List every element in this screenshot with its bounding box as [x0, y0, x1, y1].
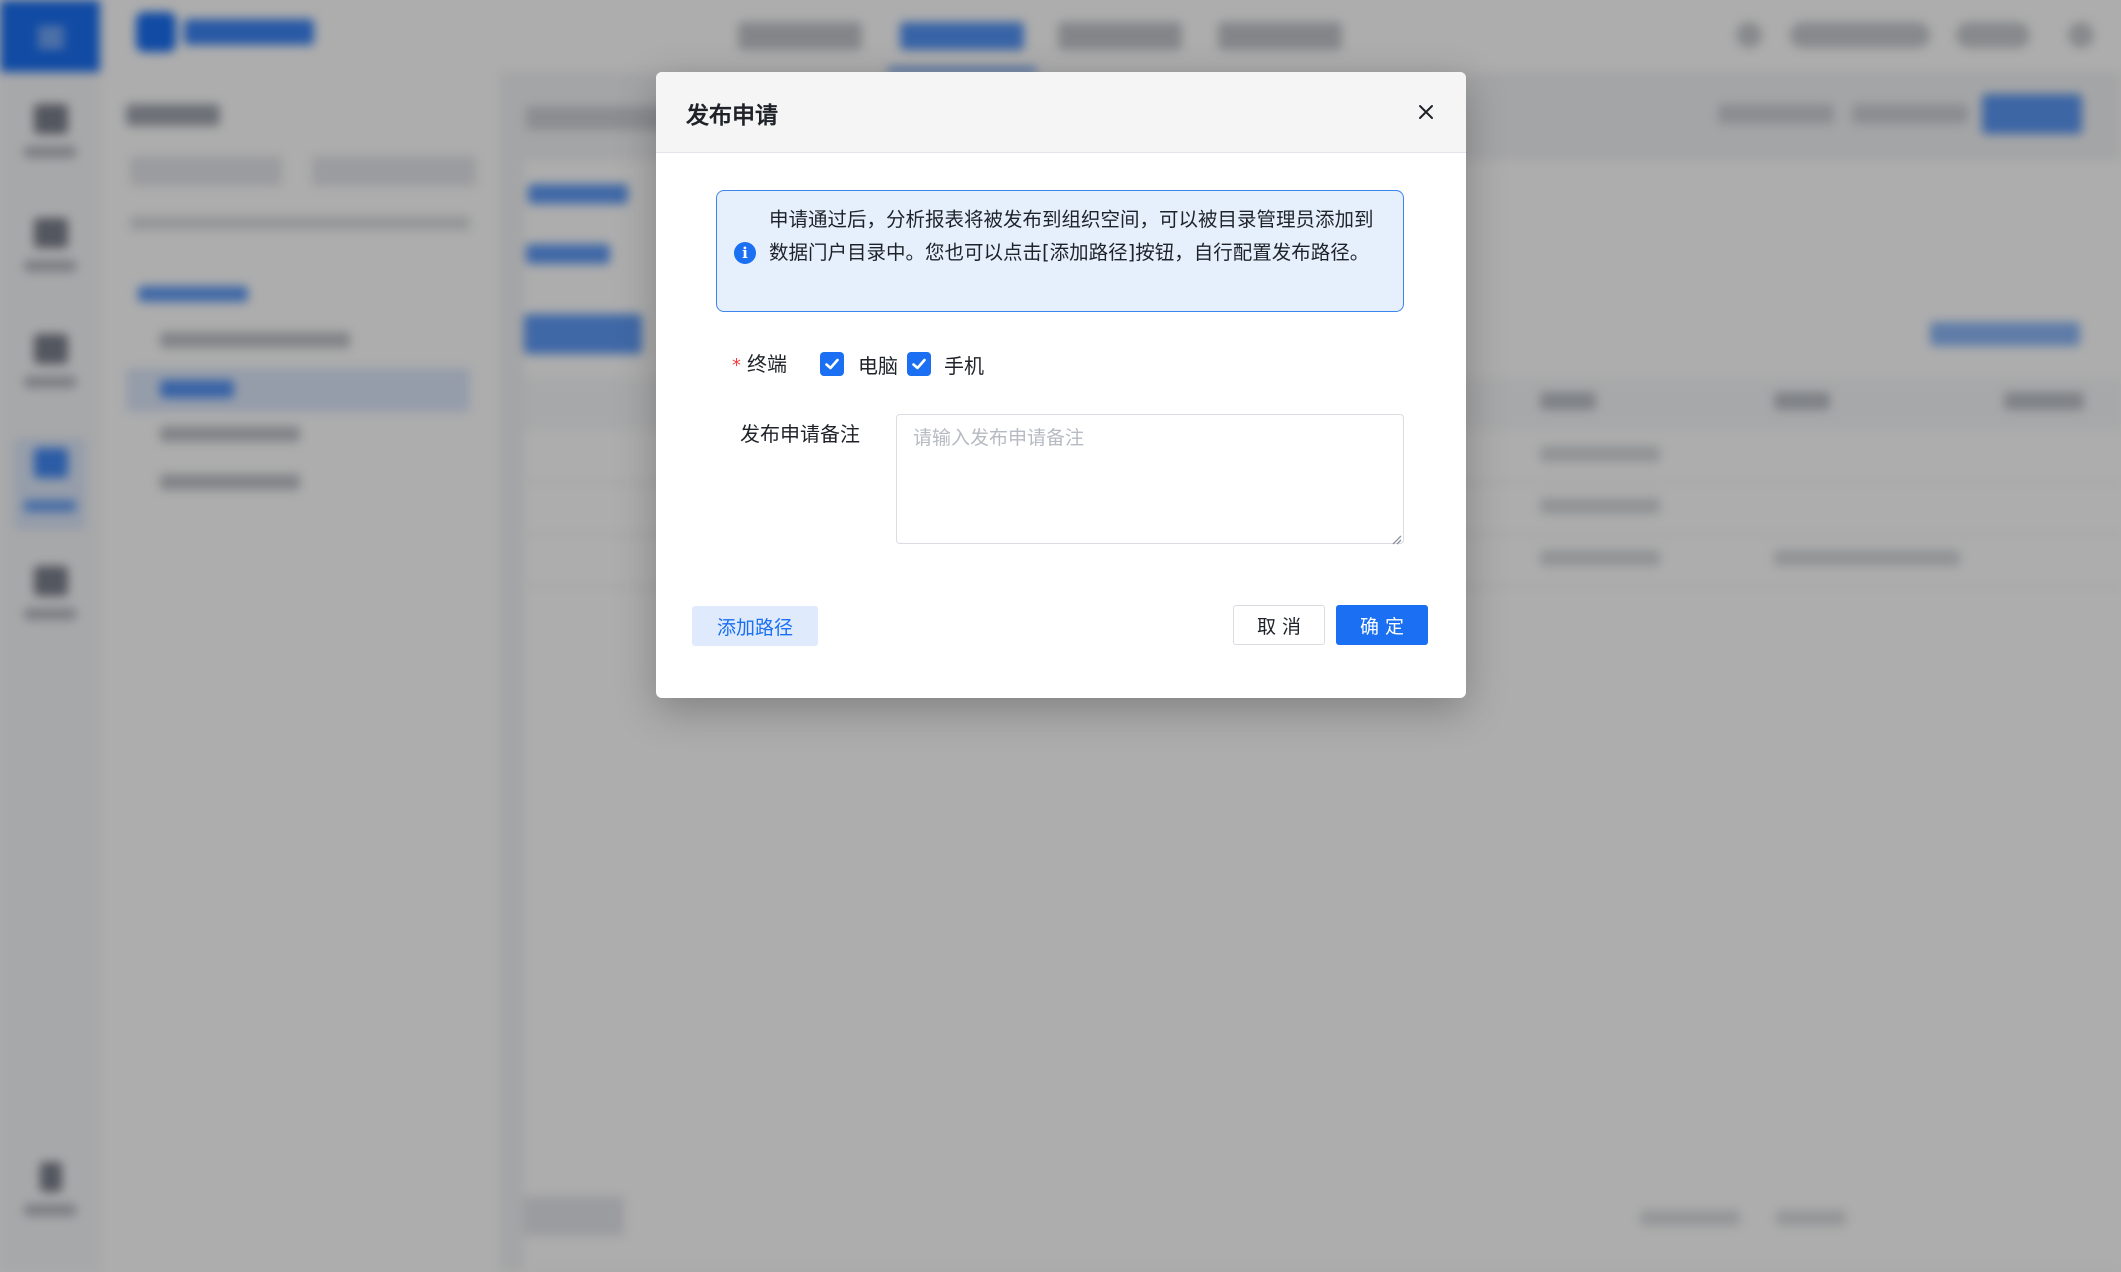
info-text: 申请通过后，分析报表将被发布到组织空间，可以被目录管理员添加到数据门户目录中。您…: [769, 208, 1374, 264]
remark-label: 发布申请备注: [740, 422, 860, 446]
remark-textarea[interactable]: [896, 414, 1404, 544]
terminal-label: * 终端: [732, 352, 787, 376]
required-mark: *: [732, 355, 741, 376]
confirm-button[interactable]: 确 定: [1336, 605, 1428, 645]
close-icon[interactable]: [1410, 96, 1442, 128]
checkbox-mobile[interactable]: [907, 352, 931, 376]
info-icon: i: [734, 242, 756, 264]
dialog-title: 发布申请: [686, 103, 778, 129]
checkbox-desktop-label[interactable]: 电脑: [858, 350, 898, 379]
checkbox-desktop[interactable]: [820, 352, 844, 376]
checkbox-mobile-label[interactable]: 手机: [944, 350, 984, 379]
cancel-button[interactable]: 取 消: [1233, 605, 1325, 645]
resize-handle-icon[interactable]: [1390, 530, 1402, 545]
publish-request-dialog: 发布申请 i 申请通过后，分析报表将被发布到组织空间，可以被目录管理员添加到数据…: [656, 72, 1466, 698]
dialog-header: 发布申请: [656, 72, 1466, 153]
info-alert: i 申请通过后，分析报表将被发布到组织空间，可以被目录管理员添加到数据门户目录中…: [716, 190, 1404, 312]
add-path-button[interactable]: 添加路径: [692, 606, 818, 646]
